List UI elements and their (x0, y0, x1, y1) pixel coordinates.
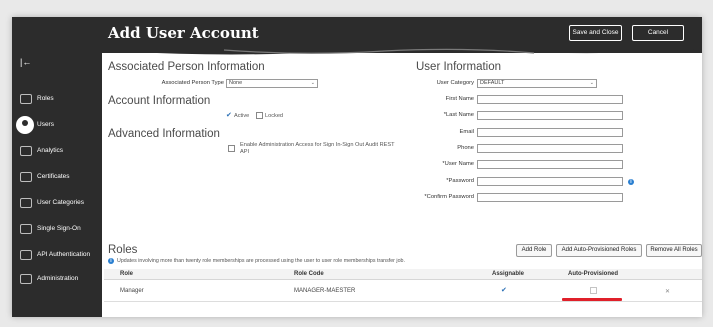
sidebar-item-label: Certificates (37, 173, 70, 180)
cancel-button[interactable]: Cancel (632, 25, 684, 41)
active-label: Active (234, 113, 250, 119)
column-header-assignable: Assignable (492, 271, 525, 277)
column-header-role-code: Role Code (294, 271, 324, 277)
account-information-title: Account Information (108, 95, 211, 107)
sidebar-item-administration[interactable]: Administration (12, 269, 102, 291)
last-name-label: *Last Name (443, 112, 474, 118)
certificate-icon (20, 172, 32, 182)
password-input[interactable] (477, 177, 623, 186)
user-category-label: User Category (436, 80, 474, 86)
assignable-check-icon: ✔ (501, 287, 507, 294)
admin-access-label: Enable Administration Access for Sign In… (240, 142, 395, 155)
add-auto-provisioned-roles-button[interactable]: Add Auto-Provisioned Roles (556, 244, 642, 257)
sidebar-item-roles[interactable]: Roles (12, 89, 102, 111)
auto-provisioned-checkbox[interactable] (590, 287, 597, 294)
add-role-button[interactable]: Add Role (516, 244, 552, 257)
roles-note: Updates involving more than twenty role … (117, 258, 405, 264)
info-icon[interactable]: i (628, 179, 634, 185)
associated-person-type-select[interactable]: None ⌄ (226, 79, 318, 88)
sidebar-item-label: API Authentication (37, 251, 91, 258)
column-header-auto-provisioned: Auto-Provisioned (568, 271, 619, 277)
phone-label: Phone (457, 145, 474, 151)
row-divider (104, 301, 702, 302)
sidebar-item-label: Roles (37, 95, 54, 102)
password-label: *Password (446, 178, 474, 184)
user-information-title: User Information (416, 61, 502, 73)
last-name-input[interactable] (477, 111, 623, 120)
sidebar-item-api-authentication[interactable]: API Authentication (12, 245, 102, 267)
sidebar-item-users[interactable]: Users (12, 115, 102, 137)
first-name-input[interactable] (477, 95, 623, 104)
active-checkbox[interactable]: ✔ (226, 112, 232, 119)
phone-input[interactable] (477, 144, 623, 153)
user-category-select[interactable]: DEFAULT ⌄ (477, 79, 597, 88)
role-cell: Manager (120, 288, 144, 294)
user-name-input[interactable] (477, 160, 623, 169)
key-icon (20, 250, 32, 260)
roles-icon (20, 94, 32, 104)
admin-access-checkbox[interactable] (228, 145, 235, 152)
associated-person-type-value: None (229, 80, 243, 86)
user-name-label: *User Name (442, 161, 474, 167)
cloud-icon (20, 224, 32, 234)
associated-person-title: Associated Person Information (108, 61, 265, 73)
sidebar-item-label: Analytics (37, 147, 64, 154)
email-input[interactable] (477, 128, 623, 137)
confirm-password-input[interactable] (477, 193, 623, 202)
analytics-icon (20, 146, 32, 156)
locked-label: Locked (265, 113, 284, 119)
sidebar-nav: |← Roles Users Analytics Certificates Us… (12, 53, 102, 317)
sidebar-item-single-sign-on[interactable]: Single Sign-On (12, 219, 102, 241)
roles-title: Roles (108, 244, 138, 256)
user-category-value: DEFAULT (480, 80, 505, 86)
email-label: Email (459, 129, 475, 135)
sidebar-item-certificates[interactable]: Certificates (12, 167, 102, 189)
users-icon (16, 116, 34, 134)
sidebar-item-user-categories[interactable]: User Categories (12, 193, 102, 215)
save-and-close-button[interactable]: Save and Close (569, 25, 622, 41)
remove-all-roles-button[interactable]: Remove All Roles (646, 244, 702, 257)
remove-row-icon[interactable]: ✕ (665, 288, 670, 295)
first-name-label: First Name (445, 96, 474, 102)
main-content: Associated Person Information Associated… (104, 53, 702, 317)
app-window: Add User Account Save and Close Cancel |… (12, 17, 702, 317)
sidebar-item-label: Users (37, 121, 54, 128)
categories-icon (20, 198, 32, 208)
sidebar-item-label: Single Sign-On (37, 225, 81, 232)
chevron-down-icon: ⌄ (310, 80, 315, 86)
role-code-cell: MANAGER-MAESTER (294, 288, 356, 294)
admin-icon (20, 274, 32, 284)
sidebar-item-label: Administration (37, 275, 79, 282)
sidebar-item-label: User Categories (37, 199, 84, 206)
chevron-down-icon: ⌄ (589, 80, 594, 86)
associated-person-type-label: Associated Person Type (161, 80, 224, 86)
info-icon: i (108, 258, 114, 264)
confirm-password-label: *Confirm Password (424, 194, 474, 200)
collapse-sidebar-icon[interactable]: |← (20, 57, 31, 67)
locked-checkbox[interactable] (256, 112, 263, 119)
sidebar-item-analytics[interactable]: Analytics (12, 141, 102, 163)
page-title: Add User Account (108, 24, 259, 42)
advanced-information-title: Advanced Information (108, 128, 220, 140)
column-header-role: Role (120, 271, 134, 277)
